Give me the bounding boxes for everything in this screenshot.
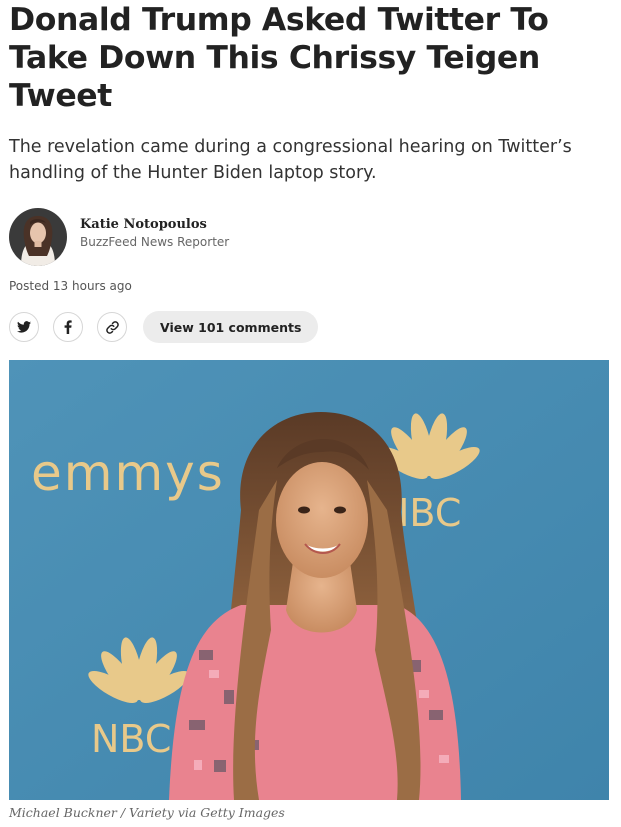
facebook-share-button[interactable]	[53, 312, 83, 342]
share-bar: View 101 comments	[9, 311, 319, 343]
photo-credit: Michael Buckner / Variety via Getty Imag…	[9, 805, 285, 820]
article-headline: Donald Trump Asked Twitter To Take Down …	[9, 2, 549, 114]
author-avatar[interactable]	[9, 208, 67, 266]
byline-text: Katie Notopoulos BuzzFeed News Reporter	[80, 216, 229, 250]
article-hero-image: emmys NBC NBC	[9, 360, 609, 800]
facebook-icon	[64, 320, 72, 334]
twitter-share-button[interactable]	[9, 312, 39, 342]
nbc-backdrop-logo-bottom: NBC	[91, 717, 171, 761]
view-comments-button[interactable]: View 101 comments	[143, 311, 319, 343]
link-icon	[105, 320, 119, 334]
article-dek: The revelation came during a congression…	[9, 137, 572, 183]
author-role: BuzzFeed News Reporter	[80, 235, 230, 249]
byline: Katie Notopoulos BuzzFeed News Reporter	[9, 208, 229, 266]
posted-timestamp: Posted 13 hours ago	[9, 279, 132, 293]
author-name[interactable]: Katie Notopoulos	[80, 216, 229, 234]
copy-link-button[interactable]	[97, 312, 127, 342]
twitter-icon	[17, 321, 31, 333]
emmys-backdrop-text: emmys	[31, 444, 225, 502]
